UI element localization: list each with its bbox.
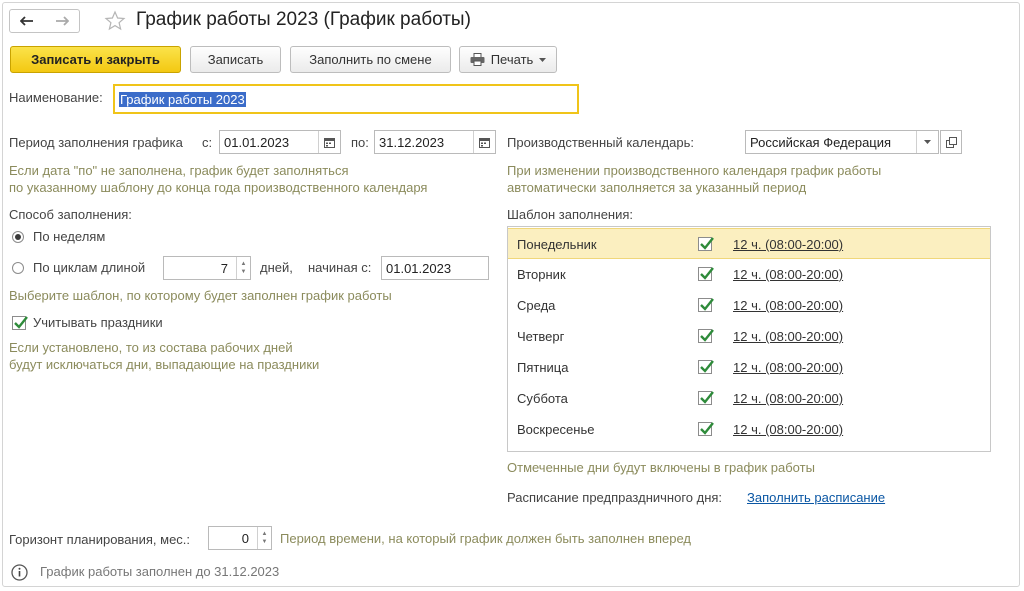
table-row[interactable]: Пятница 12 ч. (08:00-20:00) bbox=[508, 352, 990, 383]
day-hours-link[interactable]: 12 ч. (08:00-20:00) bbox=[733, 422, 843, 437]
preholiday-label: Расписание предпраздничного дня: bbox=[507, 490, 723, 505]
calendar-hint-line1: При изменении производственного календар… bbox=[507, 163, 882, 178]
arrow-right-icon bbox=[55, 16, 69, 26]
page-title: График работы 2023 (График работы) bbox=[136, 9, 471, 30]
day-checkbox[interactable] bbox=[698, 360, 714, 374]
back-button[interactable] bbox=[9, 9, 45, 33]
checkmark-icon bbox=[700, 329, 714, 342]
period-label: Период заполнения графика bbox=[9, 135, 183, 150]
table-row[interactable]: Вторник 12 ч. (08:00-20:00) bbox=[508, 259, 990, 290]
day-checkbox[interactable] bbox=[698, 422, 714, 436]
template-table: Понедельник 12 ч. (08:00-20:00) Вторник … bbox=[507, 226, 991, 452]
calendar-icon[interactable] bbox=[473, 131, 495, 153]
open-calendar-button[interactable] bbox=[940, 130, 962, 154]
fill-by-shift-button[interactable]: Заполнить по смене bbox=[290, 46, 451, 73]
day-checkbox[interactable] bbox=[698, 391, 714, 405]
checkmark-icon bbox=[700, 237, 714, 250]
period-from-label: с: bbox=[202, 135, 213, 150]
printer-icon bbox=[470, 53, 485, 66]
horizon-hint: Период времени, на который график должен… bbox=[280, 531, 692, 546]
calendar-hint-line2: автоматически заполняется за указанный п… bbox=[507, 180, 807, 195]
by-cycles-label: По циклам длиной bbox=[33, 260, 146, 275]
checkmark-icon bbox=[700, 391, 714, 404]
day-name: Четверг bbox=[517, 329, 565, 344]
calendar-label: Производственный календарь: bbox=[507, 135, 694, 150]
day-checkbox[interactable] bbox=[698, 237, 714, 251]
holidays-label: Учитывать праздники bbox=[33, 315, 163, 330]
caret-down-icon bbox=[539, 57, 547, 62]
period-to-input[interactable]: 31.12.2023 bbox=[374, 130, 496, 154]
checkmark-icon bbox=[700, 360, 714, 373]
horizon-label: Горизонт планирования, мес.: bbox=[9, 532, 191, 547]
open-window-icon bbox=[945, 136, 957, 148]
name-label: Наименование: bbox=[9, 90, 103, 105]
fill-method-label: Способ заполнения: bbox=[9, 207, 132, 222]
days-label: дней, bbox=[260, 260, 293, 275]
period-hint-line2: по указанному шаблону до конца года прои… bbox=[9, 180, 428, 195]
table-row[interactable]: Четверг 12 ч. (08:00-20:00) bbox=[508, 321, 990, 352]
day-name: Пятница bbox=[517, 360, 569, 375]
forward-button[interactable] bbox=[44, 9, 80, 33]
template-label: Шаблон заполнения: bbox=[507, 207, 634, 222]
checkmark-icon bbox=[700, 267, 714, 280]
starting-label: начиная с: bbox=[308, 260, 372, 275]
day-name: Вторник bbox=[517, 267, 566, 282]
checkmark-icon bbox=[14, 316, 28, 329]
template-hint: Отмеченные дни будут включены в график р… bbox=[507, 460, 815, 475]
holidays-hint-line2: будут исключаться дни, выпадающие на пра… bbox=[9, 357, 320, 372]
save-and-close-button[interactable]: Записать и закрыть bbox=[10, 46, 181, 73]
name-input-value: График работы 2023 bbox=[119, 91, 246, 107]
holidays-checkbox[interactable] bbox=[12, 316, 28, 330]
day-hours-link[interactable]: 12 ч. (08:00-20:00) bbox=[733, 329, 843, 344]
by-cycles-radio[interactable] bbox=[12, 262, 24, 274]
checkmark-icon bbox=[700, 422, 714, 435]
cycle-length-input[interactable]: 7 ▲ ▼ bbox=[163, 256, 251, 280]
day-hours-link[interactable]: 12 ч. (08:00-20:00) bbox=[733, 391, 843, 406]
status-text: График работы заполнен до 31.12.2023 bbox=[40, 564, 280, 579]
day-checkbox[interactable] bbox=[698, 329, 714, 343]
day-hours-link[interactable]: 12 ч. (08:00-20:00) bbox=[733, 237, 843, 252]
horizon-input[interactable]: 0 ▲ ▼ bbox=[208, 526, 272, 550]
info-icon bbox=[11, 564, 28, 584]
by-weeks-label: По неделям bbox=[33, 229, 106, 244]
by-weeks-radio[interactable] bbox=[12, 231, 24, 243]
calendar-icon[interactable] bbox=[318, 131, 340, 153]
table-row[interactable]: Суббота 12 ч. (08:00-20:00) bbox=[508, 383, 990, 414]
table-row[interactable]: Понедельник 12 ч. (08:00-20:00) bbox=[508, 228, 990, 259]
favorite-star-icon[interactable] bbox=[104, 10, 126, 35]
checkmark-icon bbox=[700, 298, 714, 311]
fill-schedule-link[interactable]: Заполнить расписание bbox=[747, 490, 885, 505]
table-row[interactable]: Среда 12 ч. (08:00-20:00) bbox=[508, 290, 990, 321]
day-checkbox[interactable] bbox=[698, 267, 714, 281]
save-button[interactable]: Записать bbox=[190, 46, 281, 73]
day-checkbox[interactable] bbox=[698, 298, 714, 312]
day-name: Суббота bbox=[517, 391, 568, 406]
print-button[interactable]: Печать bbox=[459, 46, 557, 73]
holidays-hint-line1: Если установлено, то из состава рабочих … bbox=[9, 340, 293, 355]
day-hours-link[interactable]: 12 ч. (08:00-20:00) bbox=[733, 360, 843, 375]
cycle-start-input[interactable]: 01.01.2023 bbox=[381, 256, 489, 280]
day-name: Воскресенье bbox=[517, 422, 595, 437]
period-hint-line1: Если дата "по" не заполнена, график буде… bbox=[9, 163, 349, 178]
name-input[interactable]: График работы 2023 bbox=[113, 84, 579, 114]
day-name: Понедельник bbox=[517, 237, 597, 252]
day-hours-link[interactable]: 12 ч. (08:00-20:00) bbox=[733, 267, 843, 282]
fill-method-hint: Выберите шаблон, по которому будет запол… bbox=[9, 288, 392, 303]
stepper-arrows-icon[interactable]: ▲ ▼ bbox=[236, 257, 250, 279]
arrow-left-icon bbox=[20, 16, 33, 26]
stepper-arrows-icon[interactable]: ▲ ▼ bbox=[257, 527, 271, 549]
calendar-select[interactable]: Российская Федерация bbox=[745, 130, 939, 154]
dropdown-arrow-icon[interactable] bbox=[916, 131, 938, 153]
day-name: Среда bbox=[517, 298, 556, 313]
table-row[interactable]: Воскресенье 12 ч. (08:00-20:00) bbox=[508, 414, 990, 445]
period-from-input[interactable]: 01.01.2023 bbox=[219, 130, 341, 154]
period-to-label: по: bbox=[351, 135, 369, 150]
day-hours-link[interactable]: 12 ч. (08:00-20:00) bbox=[733, 298, 843, 313]
